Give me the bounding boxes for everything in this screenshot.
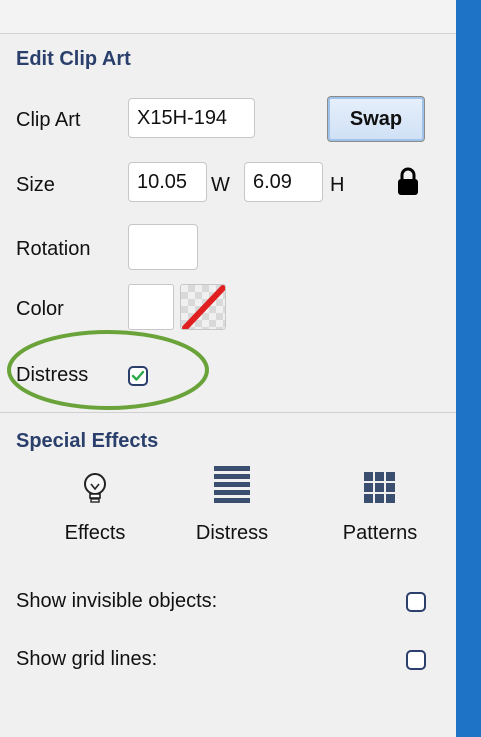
height-input[interactable]: 6.09 — [244, 162, 323, 202]
effects-label: Effects — [64, 522, 126, 544]
top-header-bar — [0, 0, 456, 34]
grid-icon — [330, 464, 430, 504]
clip-art-input[interactable]: X15H-194 — [128, 98, 255, 138]
width-input[interactable]: 10.05 — [128, 162, 207, 202]
swap-button[interactable]: Swap — [327, 96, 425, 142]
show-invisible-label: Show invisible objects: — [16, 590, 218, 612]
distress-effect-label: Distress — [195, 522, 269, 544]
lines-icon — [184, 464, 280, 504]
edit-clip-art-title: Edit Clip Art — [16, 48, 131, 70]
lightbulb-icon — [50, 464, 140, 504]
color-label: Color — [16, 298, 64, 320]
effects-button[interactable]: Effects — [50, 464, 140, 545]
patterns-button[interactable]: Patterns — [330, 464, 430, 545]
clip-art-value: X15H-194 — [137, 106, 228, 129]
show-grid-checkbox[interactable] — [406, 650, 426, 670]
size-label: Size — [16, 174, 55, 196]
distress-label: Distress — [16, 364, 89, 386]
rotation-input[interactable] — [128, 224, 198, 270]
show-invisible-checkbox[interactable] — [406, 592, 426, 612]
clip-art-label: Clip Art — [16, 109, 81, 131]
check-icon — [131, 370, 145, 381]
distress-checkbox[interactable] — [128, 366, 148, 386]
section-divider — [0, 412, 456, 413]
no-color-swatch[interactable] — [180, 284, 226, 330]
lock-icon[interactable] — [396, 165, 420, 197]
show-grid-label: Show grid lines: — [16, 648, 158, 670]
no-color-slash-icon — [182, 285, 225, 329]
distress-effect-button[interactable]: Distress — [184, 464, 280, 545]
width-value: 10.05 — [137, 170, 188, 193]
height-value: 6.09 — [253, 170, 292, 193]
width-unit-label: W — [211, 174, 230, 196]
special-effects-title: Special Effects — [16, 430, 159, 452]
color-swatch-white[interactable] — [128, 284, 174, 330]
right-blue-sidebar — [456, 0, 481, 737]
rotation-label: Rotation — [16, 238, 91, 260]
height-unit-label: H — [330, 174, 345, 196]
patterns-label: Patterns — [342, 522, 418, 544]
